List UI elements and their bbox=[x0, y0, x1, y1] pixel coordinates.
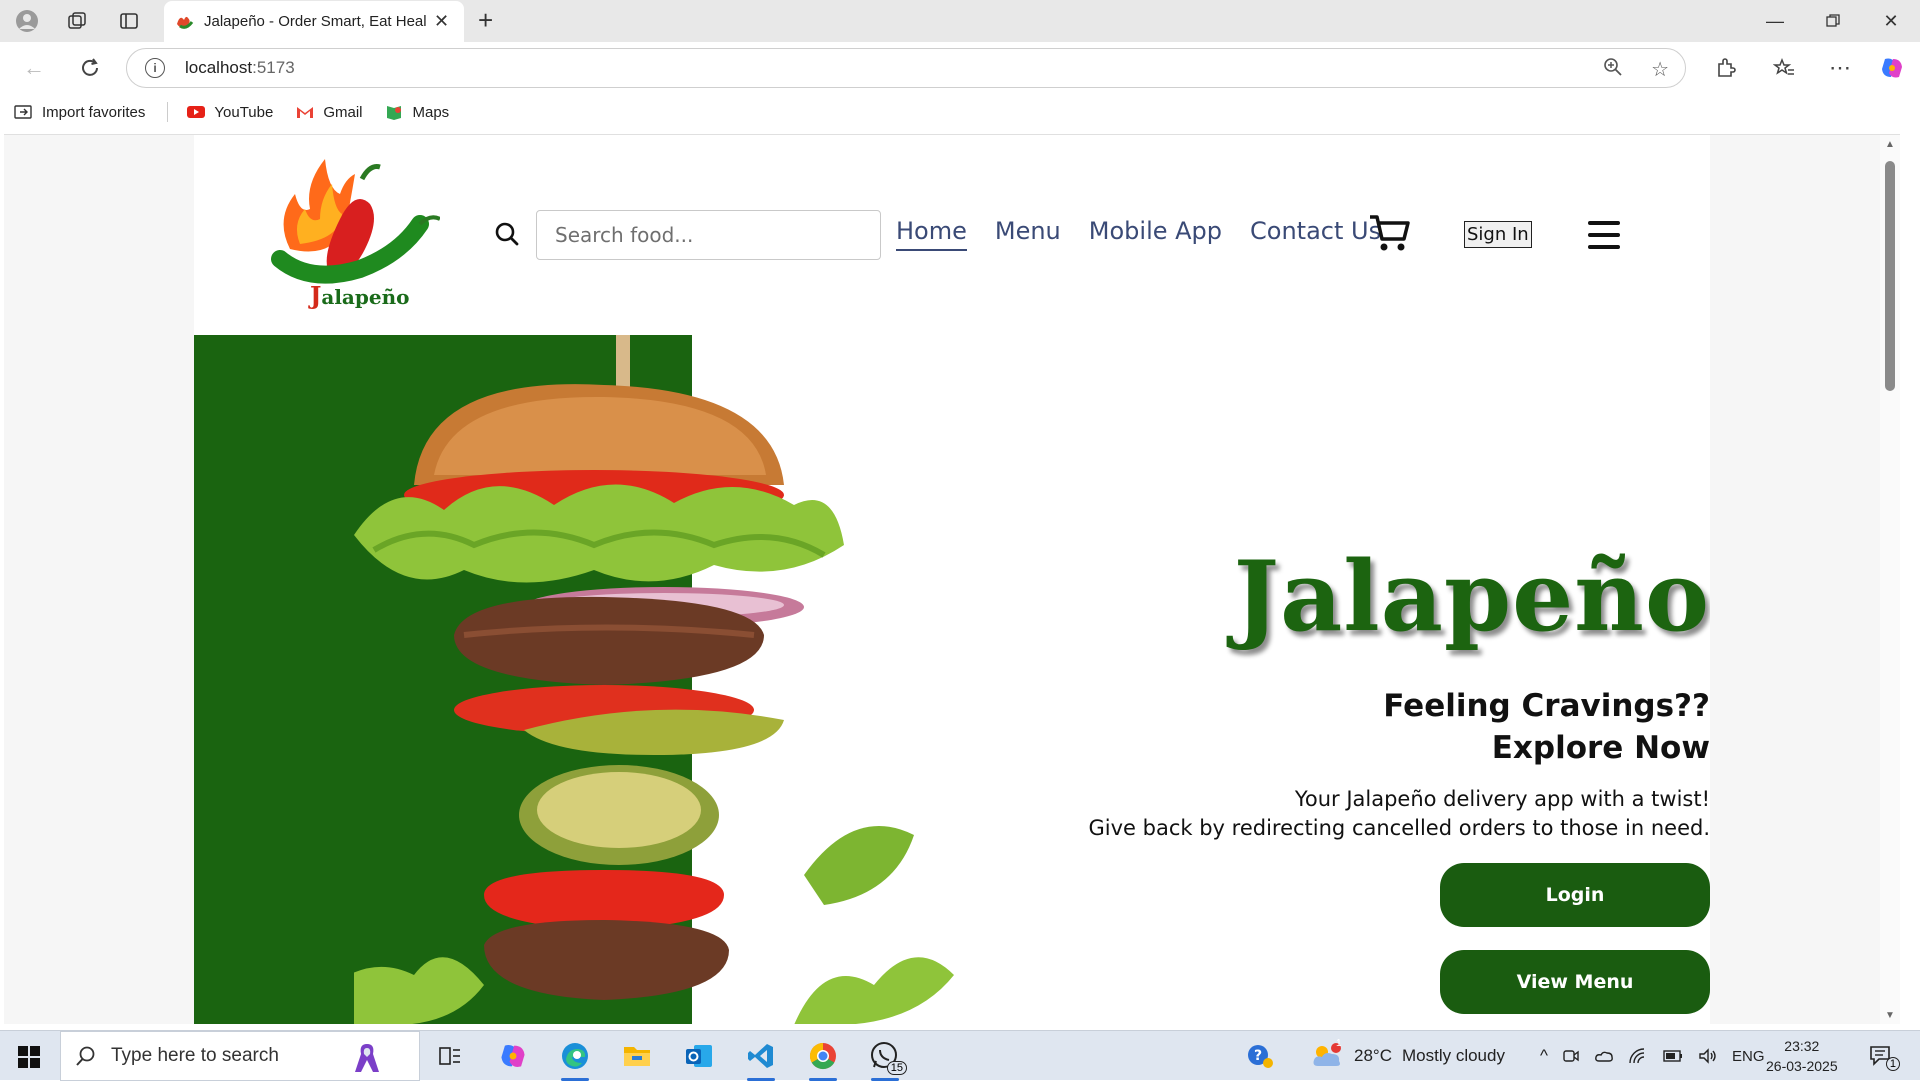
help-icon[interactable]: ? bbox=[1242, 1039, 1278, 1073]
search-icon[interactable] bbox=[494, 221, 520, 247]
bookmarks-bar: Import favorites YouTube Gmail Maps bbox=[0, 94, 1920, 130]
volume-icon[interactable] bbox=[1698, 1047, 1718, 1065]
active-tab[interactable]: Jalapeño - Order Smart, Eat Healt ✕ bbox=[164, 1, 464, 42]
scroll-up-icon[interactable]: ▲ bbox=[1884, 139, 1896, 150]
svg-text:?: ? bbox=[1254, 1048, 1262, 1064]
windows-taskbar: Type here to search 15 ? 1 28°C Mostly c… bbox=[0, 1030, 1920, 1081]
url-field[interactable]: i localhost:5173 ☆ bbox=[126, 48, 1686, 88]
hero-desc-line2: Give back by redirecting cancelled order… bbox=[1088, 816, 1710, 840]
task-view-icon[interactable] bbox=[432, 1039, 468, 1073]
tab-close-icon[interactable]: ✕ bbox=[434, 11, 449, 32]
weather-widget[interactable]: 1 28°C Mostly cloudy bbox=[1310, 1031, 1505, 1081]
page-scrollbar[interactable]: ▲ ▼ bbox=[1880, 135, 1900, 1024]
nav-mobile-app[interactable]: Mobile App bbox=[1089, 217, 1222, 251]
zoom-icon[interactable] bbox=[1603, 57, 1623, 83]
wifi-icon[interactable] bbox=[1628, 1047, 1648, 1065]
scroll-down-icon[interactable]: ▼ bbox=[1884, 1010, 1896, 1021]
meet-now-icon[interactable] bbox=[1562, 1047, 1580, 1065]
hero-subtitle-line2: Explore Now bbox=[1491, 730, 1710, 766]
weather-temp: 28°C bbox=[1354, 1046, 1392, 1065]
edge-taskbar-icon[interactable] bbox=[557, 1039, 593, 1081]
logo-wordmark: Jalapeño bbox=[310, 281, 410, 310]
login-button[interactable]: Login bbox=[1440, 863, 1710, 927]
copilot-taskbar-icon[interactable] bbox=[495, 1039, 531, 1073]
page-viewport: Jalapeño Home Menu Mobile App Contact Us… bbox=[4, 134, 1900, 1024]
bookmark-import-favorites[interactable]: Import favorites bbox=[14, 104, 145, 121]
refresh-icon[interactable] bbox=[76, 54, 104, 82]
new-tab-icon[interactable]: + bbox=[478, 7, 493, 33]
tab-actions-icon[interactable] bbox=[116, 8, 142, 34]
nav-menu[interactable]: Menu bbox=[995, 217, 1061, 251]
profile-icon[interactable] bbox=[14, 8, 40, 34]
chrome-icon[interactable] bbox=[805, 1039, 841, 1081]
hamburger-menu-icon[interactable] bbox=[1588, 221, 1620, 249]
workspaces-icon[interactable] bbox=[64, 8, 90, 34]
weather-alert-badge: 1 bbox=[1336, 1038, 1342, 1049]
extensions-icon[interactable] bbox=[1712, 54, 1740, 82]
view-menu-button[interactable]: View Menu bbox=[1440, 950, 1710, 1014]
restore-icon[interactable] bbox=[1818, 8, 1848, 34]
vscode-icon[interactable] bbox=[743, 1039, 779, 1081]
language-indicator[interactable]: ENG bbox=[1732, 1048, 1765, 1065]
site-info-icon[interactable]: i bbox=[145, 58, 165, 78]
burger-image bbox=[354, 335, 954, 1024]
hero-title: Jalapeño bbox=[1233, 540, 1710, 653]
bookmark-maps[interactable]: Maps bbox=[385, 104, 449, 121]
nav-contact-us[interactable]: Contact Us bbox=[1250, 217, 1381, 251]
taskbar-search-placeholder: Type here to search bbox=[111, 1045, 279, 1066]
browser-tab-bar: Jalapeño - Order Smart, Eat Healt ✕ + — … bbox=[0, 0, 1920, 42]
cart-icon[interactable] bbox=[1368, 213, 1412, 253]
windows-start-icon[interactable] bbox=[18, 1046, 40, 1068]
youtube-icon bbox=[187, 106, 206, 118]
nav-home[interactable]: Home bbox=[896, 217, 967, 251]
onedrive-icon[interactable] bbox=[1594, 1047, 1614, 1065]
whatsapp-badge: 15 bbox=[886, 1061, 907, 1075]
taskbar-search-icon bbox=[76, 1046, 95, 1066]
jalapeno-site: Jalapeño Home Menu Mobile App Contact Us… bbox=[194, 135, 1710, 1024]
file-explorer-icon[interactable] bbox=[619, 1039, 655, 1073]
favorites-icon[interactable] bbox=[1770, 54, 1798, 82]
minimize-icon[interactable]: — bbox=[1760, 8, 1790, 34]
hero-subtitle: Feeling Cravings?? Explore Now bbox=[1383, 685, 1710, 769]
maps-icon bbox=[386, 106, 401, 120]
back-icon[interactable]: ← bbox=[20, 54, 48, 82]
url-text: localhost:5173 bbox=[185, 58, 295, 77]
search-food-input[interactable] bbox=[536, 210, 881, 260]
awareness-ribbon-icon bbox=[355, 1044, 379, 1072]
battery-icon[interactable] bbox=[1662, 1047, 1684, 1065]
notification-count-badge: 1 bbox=[1885, 1057, 1900, 1071]
show-hidden-icons-icon[interactable]: ^ bbox=[1540, 1046, 1548, 1066]
address-bar-row: ← i localhost:5173 ☆ ⋯ bbox=[0, 42, 1920, 94]
taskbar-search[interactable]: Type here to search bbox=[60, 1031, 420, 1081]
tab-title: Jalapeño - Order Smart, Eat Healt bbox=[204, 13, 426, 30]
sign-in-button[interactable]: Sign In bbox=[1464, 221, 1532, 248]
bookmark-separator bbox=[167, 102, 169, 122]
close-window-icon[interactable]: ✕ bbox=[1876, 8, 1906, 34]
copilot-icon[interactable] bbox=[1878, 54, 1906, 82]
hero-desc-line1: Your Jalapeño delivery app with a twist! bbox=[1294, 787, 1710, 811]
bookmark-youtube[interactable]: YouTube bbox=[186, 104, 273, 121]
gmail-icon bbox=[297, 107, 314, 118]
clock-time: 23:32 bbox=[1784, 1038, 1820, 1054]
favorite-star-icon[interactable]: ☆ bbox=[1651, 57, 1669, 83]
taskbar-clock[interactable]: 23:32 26-03-2025 bbox=[1766, 1036, 1838, 1076]
system-tray: ^ ENG bbox=[1540, 1031, 1765, 1081]
weather-description: Mostly cloudy bbox=[1401, 1046, 1505, 1065]
whatsapp-icon[interactable]: 15 bbox=[867, 1039, 907, 1081]
clock-date: 26-03-2025 bbox=[1766, 1058, 1838, 1074]
scrollbar-thumb[interactable] bbox=[1885, 161, 1895, 391]
more-options-icon[interactable]: ⋯ bbox=[1826, 54, 1854, 82]
bookmark-gmail[interactable]: Gmail bbox=[295, 104, 363, 121]
notifications-icon[interactable]: 1 bbox=[1864, 1039, 1900, 1073]
hero-subtitle-line1: Feeling Cravings?? bbox=[1383, 688, 1710, 724]
main-nav: Home Menu Mobile App Contact Us bbox=[896, 217, 1381, 251]
import-icon bbox=[14, 105, 32, 119]
jalapeno-favicon-icon bbox=[177, 16, 194, 29]
hero-description: Your Jalapeño delivery app with a twist!… bbox=[1089, 785, 1710, 843]
outlook-icon[interactable] bbox=[681, 1039, 717, 1073]
